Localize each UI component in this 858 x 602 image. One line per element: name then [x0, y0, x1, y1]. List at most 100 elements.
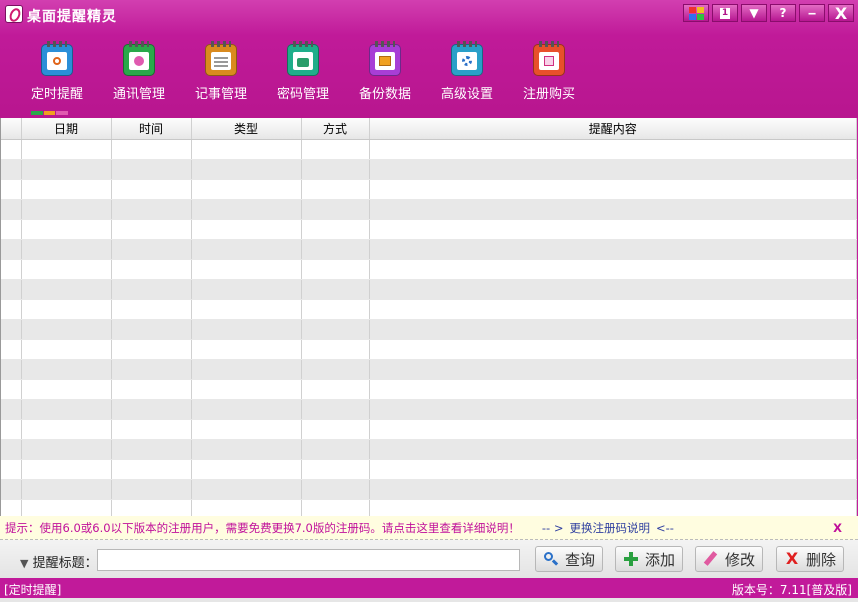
table-row[interactable]: [1, 299, 857, 320]
table-cell[interactable]: [191, 319, 302, 340]
table-row[interactable]: [1, 479, 857, 500]
table-cell[interactable]: [1, 139, 22, 160]
table-cell[interactable]: [191, 279, 302, 300]
table-cell[interactable]: [369, 319, 857, 340]
table-cell[interactable]: [1, 459, 22, 480]
table-cell[interactable]: [301, 359, 370, 380]
table-cell[interactable]: [21, 379, 112, 400]
table-cell[interactable]: [21, 479, 112, 500]
table-cell[interactable]: [21, 239, 112, 260]
minimize-button[interactable]: ‒: [799, 4, 825, 22]
table-cell[interactable]: [301, 239, 370, 260]
table-cell[interactable]: [191, 459, 302, 480]
table-cell[interactable]: [1, 439, 22, 460]
table-cell[interactable]: [21, 439, 112, 460]
hint-close-button[interactable]: X: [833, 521, 842, 535]
table-cell[interactable]: [369, 439, 857, 460]
table-cell[interactable]: [111, 219, 192, 240]
table-cell[interactable]: [21, 419, 112, 440]
table-cell[interactable]: [1, 179, 22, 200]
table-cell[interactable]: [21, 199, 112, 220]
table-row[interactable]: [1, 459, 857, 480]
table-row[interactable]: [1, 179, 857, 200]
table-cell[interactable]: [301, 379, 370, 400]
table-cell[interactable]: [111, 159, 192, 180]
table-row[interactable]: [1, 319, 857, 340]
table-cell[interactable]: [191, 199, 302, 220]
table-cell[interactable]: [369, 399, 857, 420]
table-cell[interactable]: [191, 299, 302, 320]
table-cell[interactable]: [1, 359, 22, 380]
toolbar-item-backup[interactable]: 备份数据: [344, 41, 426, 102]
table-cell[interactable]: [111, 419, 192, 440]
table-cell[interactable]: [1, 319, 22, 340]
table-row[interactable]: [1, 279, 857, 300]
column-header-type[interactable]: 类型: [191, 118, 302, 140]
table-cell[interactable]: [301, 179, 370, 200]
table-cell[interactable]: [301, 419, 370, 440]
table-cell[interactable]: [191, 419, 302, 440]
table-cell[interactable]: [301, 219, 370, 240]
table-row[interactable]: [1, 399, 857, 420]
table-cell[interactable]: [301, 279, 370, 300]
table-cell[interactable]: [191, 219, 302, 240]
table-cell[interactable]: [369, 339, 857, 360]
table-cell[interactable]: [21, 159, 112, 180]
table-cell[interactable]: [21, 179, 112, 200]
column-header-date[interactable]: 日期: [21, 118, 112, 140]
toolbar-item-timed-reminder[interactable]: 定时提醒: [16, 41, 98, 102]
table-cell[interactable]: [369, 159, 857, 180]
table-cell[interactable]: [111, 499, 192, 516]
table-cell[interactable]: [301, 259, 370, 280]
toolbar-item-contacts[interactable]: 通讯管理: [98, 41, 180, 102]
table-cell[interactable]: [191, 179, 302, 200]
help-button[interactable]: ?: [770, 4, 796, 22]
table-cell[interactable]: [301, 479, 370, 500]
add-button[interactable]: 添加: [615, 546, 683, 572]
table-cell[interactable]: [21, 359, 112, 380]
table-cell[interactable]: [191, 339, 302, 360]
table-row[interactable]: [1, 499, 857, 516]
toolbar-item-notes[interactable]: 记事管理: [180, 41, 262, 102]
toolbar-item-advanced-settings[interactable]: 高级设置: [426, 41, 508, 102]
table-cell[interactable]: [21, 139, 112, 160]
table-cell[interactable]: [1, 479, 22, 500]
table-cell[interactable]: [301, 299, 370, 320]
table-cell[interactable]: [369, 179, 857, 200]
table-cell[interactable]: [369, 239, 857, 260]
table-cell[interactable]: [111, 359, 192, 380]
table-row[interactable]: [1, 339, 857, 360]
dropdown-menu-button[interactable]: ▼: [741, 4, 767, 22]
table-cell[interactable]: [111, 319, 192, 340]
table-row[interactable]: [1, 219, 857, 240]
table-cell[interactable]: [21, 399, 112, 420]
table-cell[interactable]: [1, 219, 22, 240]
table-cell[interactable]: [21, 299, 112, 320]
table-cell[interactable]: [111, 139, 192, 160]
table-row[interactable]: [1, 419, 857, 440]
table-cell[interactable]: [111, 299, 192, 320]
table-cell[interactable]: [21, 339, 112, 360]
toolbar-item-register[interactable]: 注册购买: [508, 41, 590, 102]
table-cell[interactable]: [301, 499, 370, 516]
table-cell[interactable]: [21, 319, 112, 340]
table-cell[interactable]: [369, 459, 857, 480]
table-cell[interactable]: [21, 259, 112, 280]
table-cell[interactable]: [301, 399, 370, 420]
table-cell[interactable]: [111, 199, 192, 220]
table-cell[interactable]: [1, 199, 22, 220]
toolbar-item-passwords[interactable]: 密码管理: [262, 41, 344, 102]
table-cell[interactable]: [369, 299, 857, 320]
table-cell[interactable]: [111, 439, 192, 460]
table-cell[interactable]: [1, 399, 22, 420]
table-cell[interactable]: [369, 219, 857, 240]
table-cell[interactable]: [111, 399, 192, 420]
reminder-title-input[interactable]: [97, 549, 520, 571]
table-cell[interactable]: [191, 139, 302, 160]
table-cell[interactable]: [301, 139, 370, 160]
table-cell[interactable]: [21, 219, 112, 240]
table-cell[interactable]: [111, 279, 192, 300]
table-cell[interactable]: [1, 299, 22, 320]
table-body[interactable]: [1, 139, 857, 516]
table-row[interactable]: [1, 259, 857, 280]
